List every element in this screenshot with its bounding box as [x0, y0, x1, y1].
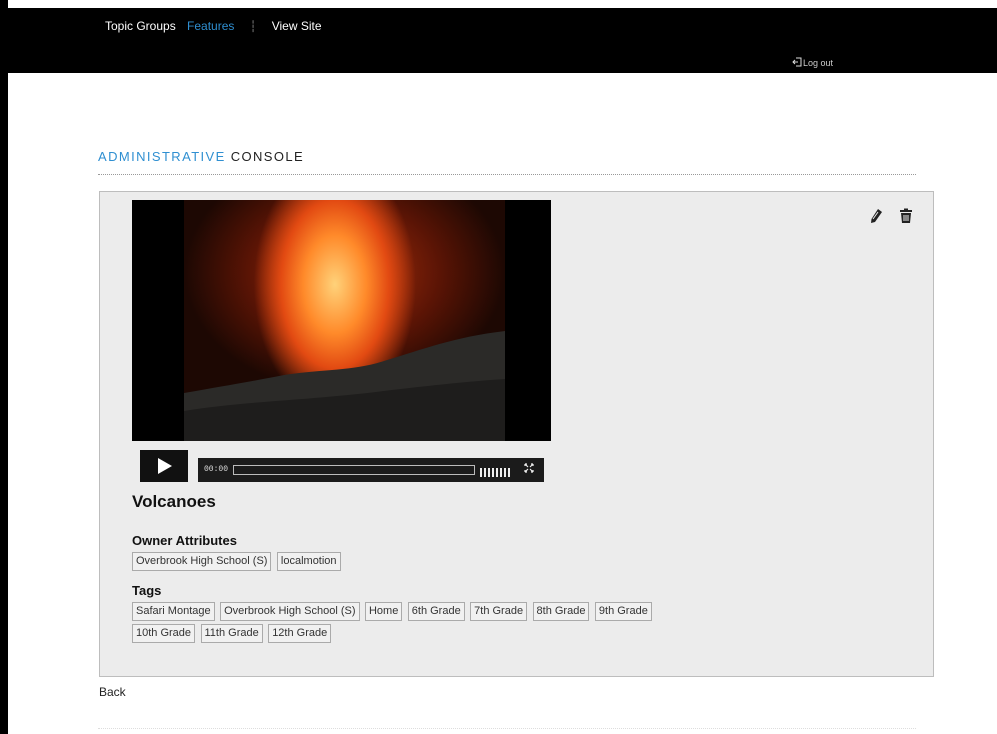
- tag-chip[interactable]: 11th Grade: [200, 624, 263, 643]
- bottom-divider: [98, 728, 916, 729]
- tags-list-row1: Safari Montage Overbrook High School (S)…: [132, 601, 732, 624]
- tag-chip[interactable]: 10th Grade: [132, 624, 196, 643]
- video-title: Volcanoes: [132, 492, 216, 511]
- tag-chip[interactable]: 9th Grade: [594, 602, 652, 621]
- left-border: [0, 0, 8, 734]
- tag-chip[interactable]: 12th Grade: [268, 624, 332, 643]
- feature-panel: 00:00 Volcanoes Owner Attributes Overbro…: [99, 191, 934, 677]
- tag-chip[interactable]: Safari Montage: [132, 602, 215, 621]
- nav-view-site[interactable]: View Site: [272, 19, 322, 33]
- tag-chip[interactable]: 6th Grade: [407, 602, 465, 621]
- owner-attributes-label: Owner Attributes: [132, 533, 237, 548]
- tag-chip[interactable]: Home: [364, 602, 403, 621]
- current-time: 00:00: [204, 465, 229, 474]
- owner-chip[interactable]: Overbrook High School (S): [132, 552, 272, 571]
- logout-link[interactable]: Log out: [792, 57, 833, 68]
- tags-list-row2: 10th Grade 11th Grade 12th Grade: [132, 623, 732, 646]
- control-bar: 00:00: [198, 458, 544, 482]
- volume-control[interactable]: [480, 464, 512, 477]
- tag-chip[interactable]: 7th Grade: [470, 602, 528, 621]
- nav-topic-groups[interactable]: Topic Groups: [105, 19, 176, 33]
- play-icon: [158, 458, 172, 474]
- tag-chip[interactable]: 8th Grade: [532, 602, 590, 621]
- video-player[interactable]: [132, 200, 551, 441]
- logout-icon: [792, 57, 802, 67]
- panel-tools: [857, 208, 913, 229]
- page-title-accent: ADMINISTRATIVE: [98, 149, 226, 164]
- progress-scrubber[interactable]: [233, 465, 475, 475]
- trash-icon[interactable]: [899, 208, 913, 224]
- nav-separator: ┆: [249, 21, 257, 33]
- video-frame: [184, 200, 505, 441]
- play-button[interactable]: [140, 450, 188, 482]
- nav-features[interactable]: Features: [187, 19, 234, 33]
- tags-label: Tags: [132, 583, 162, 598]
- owner-attributes-list: Overbrook High School (S) localmotion: [132, 551, 732, 574]
- page-title-main: CONSOLE: [230, 149, 305, 164]
- page-title: ADMINISTRATIVE CONSOLE: [98, 149, 304, 164]
- tag-chip[interactable]: Overbrook High School (S): [220, 602, 360, 621]
- back-link[interactable]: Back: [99, 685, 126, 699]
- volcano-ground: [184, 331, 505, 441]
- top-nav: Topic Groups Features ┆ View Site: [105, 19, 322, 33]
- fullscreen-icon[interactable]: [524, 463, 534, 473]
- owner-chip[interactable]: localmotion: [276, 552, 341, 571]
- title-divider: [98, 174, 916, 175]
- top-bar: Topic Groups Features ┆ View Site Log ou…: [8, 8, 997, 73]
- logout-label: Log out: [803, 58, 834, 68]
- edit-icon[interactable]: [869, 208, 883, 224]
